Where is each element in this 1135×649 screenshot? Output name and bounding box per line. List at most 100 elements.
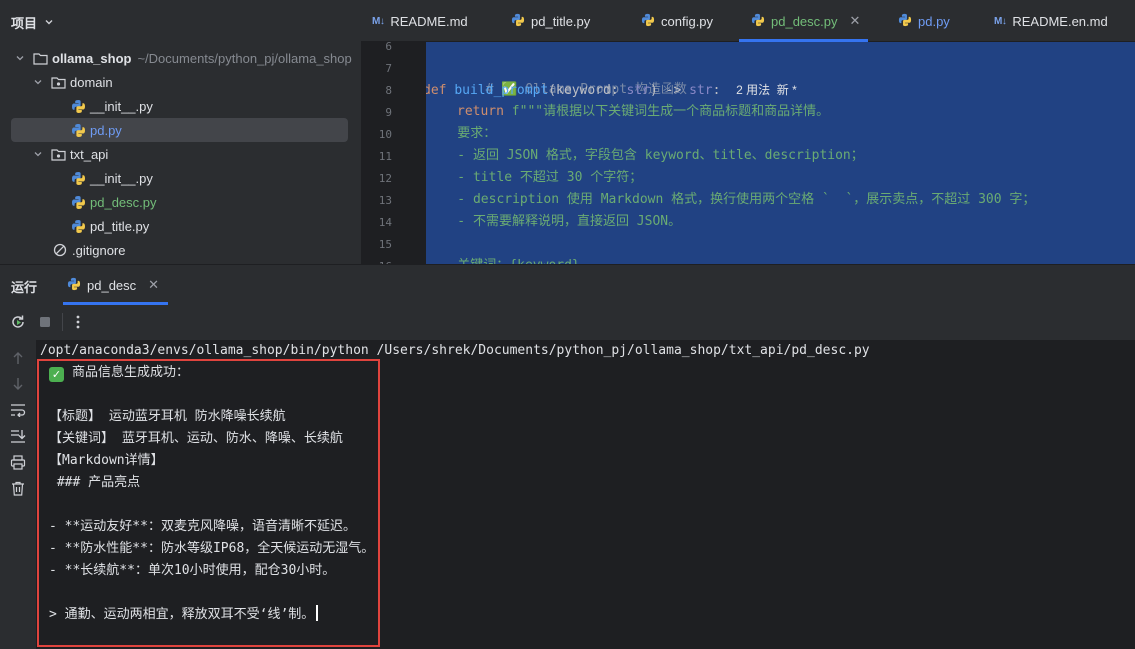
code-area[interactable]: # ✅ Ollama Prompt 构造函数 def build_prompt(… (426, 42, 1135, 264)
tree-item-label: domain (70, 74, 113, 90)
code-string: f"""请根据以下关键词生成一个商品标题和商品详情。 (503, 104, 830, 119)
run-toolbar (0, 304, 1135, 340)
package-folder-icon (50, 74, 66, 90)
tree-root-ollama-shop[interactable]: ollama_shop ~/Documents/python_pj/ollama… (14, 46, 352, 70)
chevron-down-icon (32, 76, 44, 88)
tree-item-label: txt_api (70, 146, 109, 162)
line-number-gutter: 6 7 8 9 10 11 12 13 14 15 16 (361, 40, 449, 273)
tab-label: pd_title.py (531, 13, 591, 29)
tab-label: config.py (661, 13, 714, 29)
code-line-12: - title 不超过 30 个字符； (426, 170, 643, 185)
tab-pd-desc[interactable]: pd_desc.py ✕ (739, 0, 869, 42)
python-icon (751, 13, 765, 30)
scroll-to-end-icon[interactable] (9, 427, 27, 445)
soft-wrap-icon[interactable] (9, 401, 27, 419)
code-line-9: return f"""请根据以下关键词生成一个商品标题和商品详情。 (457, 101, 829, 123)
code-line-13: - description 使用 Markdown 格式，换行使用两个空格 ` … (426, 192, 1036, 207)
tree-item-pd-desc[interactable]: pd_desc.py (70, 190, 157, 214)
toolbar-divider (62, 313, 63, 331)
stop-icon[interactable] (36, 313, 54, 331)
project-header-label: 项目 (11, 15, 38, 31)
python-icon (67, 277, 81, 294)
arrow-up-icon[interactable] (9, 349, 27, 367)
selected-row-highlight (11, 118, 348, 142)
tree-item-txt-api[interactable]: txt_api (32, 142, 108, 166)
tree-root-label: ollama_shop (52, 50, 132, 66)
run-panel: 运行 pd_desc ✕ /opt/anaconda3/envs/ollama_… (0, 264, 1135, 649)
more-options-icon[interactable] (69, 313, 87, 331)
code-function-name: build_prompt (454, 83, 549, 98)
console-bullet-line: - **运动友好**：双麦克风降噪，语音清晰不延迟。 (49, 519, 356, 534)
markdown-icon: M↓ (994, 15, 1007, 27)
run-tab-pd-desc[interactable]: pd_desc ✕ (63, 265, 168, 305)
trash-icon[interactable] (9, 479, 27, 497)
run-tab-label: pd_desc (87, 277, 137, 293)
tab-label: README.en.md (1012, 13, 1108, 29)
line-number: 7 (385, 62, 392, 75)
close-icon[interactable]: ✕ (850, 13, 861, 29)
tab-readme-en[interactable]: M↓ README.en.md (994, 0, 1108, 42)
text-caret (316, 605, 319, 621)
chevron-down-icon (32, 148, 44, 160)
tree-item-domain[interactable]: domain (32, 70, 113, 94)
code-line-16: 关键词：{keyword} (426, 255, 579, 264)
tree-item-label: pd_title.py (90, 218, 150, 234)
project-header[interactable]: 项目 (11, 12, 55, 32)
line-number: 9 (385, 106, 392, 119)
code-line-14: - 不需要解释说明，直接返回 JSON。 (426, 214, 682, 229)
line-number: 14 (378, 216, 392, 229)
code-line-11: - 返回 JSON 格式，字段包含 keyword、title、descript… (426, 148, 864, 163)
tree-item-label: .gitignore (72, 242, 126, 258)
code-type: str (626, 83, 650, 98)
tab-config[interactable]: config.py (641, 0, 713, 42)
code-arrow: ) -> (650, 83, 690, 98)
console-bullet-line: - **防水性能**：防水等级IP68，全天候运动无湿气。 (49, 541, 375, 556)
code-line-10: 要求： (426, 126, 497, 141)
chevron-down-icon (43, 16, 55, 28)
tab-pd-title[interactable]: pd_title.py (511, 0, 590, 42)
rerun-icon[interactable] (9, 313, 27, 331)
tab-label: pd.py (918, 13, 950, 29)
console-quote-line: > 通勤、运动两相宜，释放双耳不受‘线’制。 (49, 604, 319, 626)
tab-readme[interactable]: M↓ README.md (372, 0, 468, 42)
console-keywords-line: 【关键词】 蓝牙耳机、运动、防水、降噪、长续航 (49, 431, 343, 446)
tree-item-pd-title[interactable]: pd_title.py (70, 214, 149, 238)
console-output[interactable]: /opt/anaconda3/envs/ollama_shop/bin/pyth… (36, 340, 1135, 649)
tree-item-label: pd.py (90, 122, 122, 138)
tab-pd[interactable]: pd.py (898, 0, 950, 42)
arrow-down-icon[interactable] (9, 375, 27, 393)
console-success-line: ✓ 商品信息生成成功： (49, 362, 189, 384)
chevron-down-icon (14, 52, 26, 64)
code-line-8: def build_prompt(keyword: str) -> str: 2… (426, 79, 797, 101)
console-title-line: 【标题】 运动蓝牙耳机 防水降噪长续航 (49, 409, 286, 424)
python-icon (70, 218, 86, 234)
tree-item-pd[interactable]: pd.py (70, 118, 122, 142)
python-icon (70, 170, 86, 186)
line-number: 11 (378, 150, 392, 163)
usage-hint[interactable]: 2 用法 新 * (736, 83, 797, 97)
line-number: 10 (378, 128, 392, 141)
markdown-icon: M↓ (372, 15, 385, 27)
tree-item-gitignore[interactable]: .gitignore (52, 238, 125, 262)
editor-tabs: M↓ README.md pd_title.py config.py pd_de… (361, 0, 1135, 42)
print-icon[interactable] (9, 453, 27, 471)
console-success-text: 商品信息生成成功： (72, 365, 190, 380)
console-markdown-line: 【Markdown详情】 (49, 453, 164, 468)
console-heading-line: ### 产品亮点 (49, 475, 141, 490)
line-number: 12 (378, 172, 392, 185)
code-line-7: # ✅ Ollama Prompt 构造函数 (426, 57, 687, 97)
code-colon: : (712, 83, 721, 98)
python-icon (70, 98, 86, 114)
tree-item-label: __init__.py (90, 170, 153, 186)
console-side-toolbar (0, 344, 36, 649)
tree-item-label: pd_desc.py (90, 194, 157, 210)
run-tabs-bar: 运行 pd_desc ✕ (0, 264, 1135, 305)
code-return-type: str (689, 83, 713, 98)
tree-item-domain-init[interactable]: __init__.py (70, 94, 153, 118)
tree-item-txt-api-init[interactable]: __init__.py (70, 166, 153, 190)
line-number: 15 (378, 238, 392, 251)
line-number: 6 (385, 40, 392, 53)
python-icon (70, 122, 86, 138)
editor-panel: M↓ README.md pd_title.py config.py pd_de… (361, 0, 1135, 273)
close-icon[interactable]: ✕ (148, 277, 159, 293)
